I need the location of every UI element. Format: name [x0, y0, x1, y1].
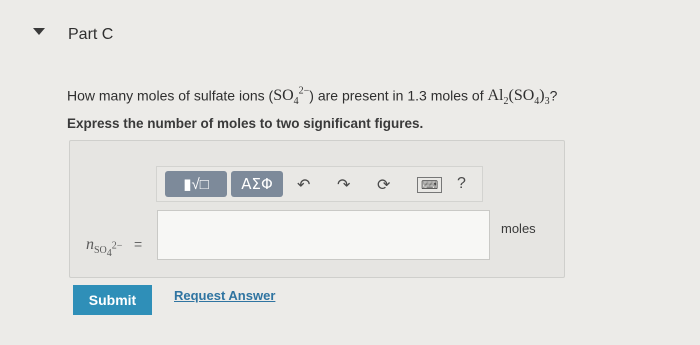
instruction-text: Express the number of moles to two signi… — [67, 116, 424, 131]
help-icon[interactable]: ? — [457, 175, 466, 193]
part-title: Part C — [68, 26, 114, 43]
keyboard-icon[interactable]: ⌨ — [417, 177, 443, 193]
answer-variable-label: nSO42− — [86, 236, 123, 260]
templates-icon: ▮√□ — [183, 176, 209, 193]
reset-icon[interactable]: ⟳ — [377, 175, 390, 195]
units-label: moles — [501, 221, 536, 236]
greek-symbols-button[interactable]: ΑΣΦ — [231, 171, 283, 197]
request-answer-link[interactable]: Request Answer — [174, 288, 275, 303]
greek-label: ΑΣΦ — [241, 175, 273, 193]
question-text: How many moles of sulfate ions (SO42−) a… — [67, 86, 558, 108]
part-collapse-icon[interactable] — [33, 28, 45, 35]
redo-icon[interactable]: ↷ — [337, 175, 350, 195]
undo-icon[interactable]: ↶ — [297, 175, 310, 195]
equals-sign: = — [134, 236, 143, 252]
answer-input[interactable] — [157, 210, 490, 260]
templates-button[interactable]: ▮√□ — [165, 171, 227, 197]
submit-button[interactable]: Submit — [73, 285, 152, 315]
math-toolbar: ▮√□ ΑΣΦ ↶ ↷ ⟳ ⌨ ? — [156, 166, 483, 202]
